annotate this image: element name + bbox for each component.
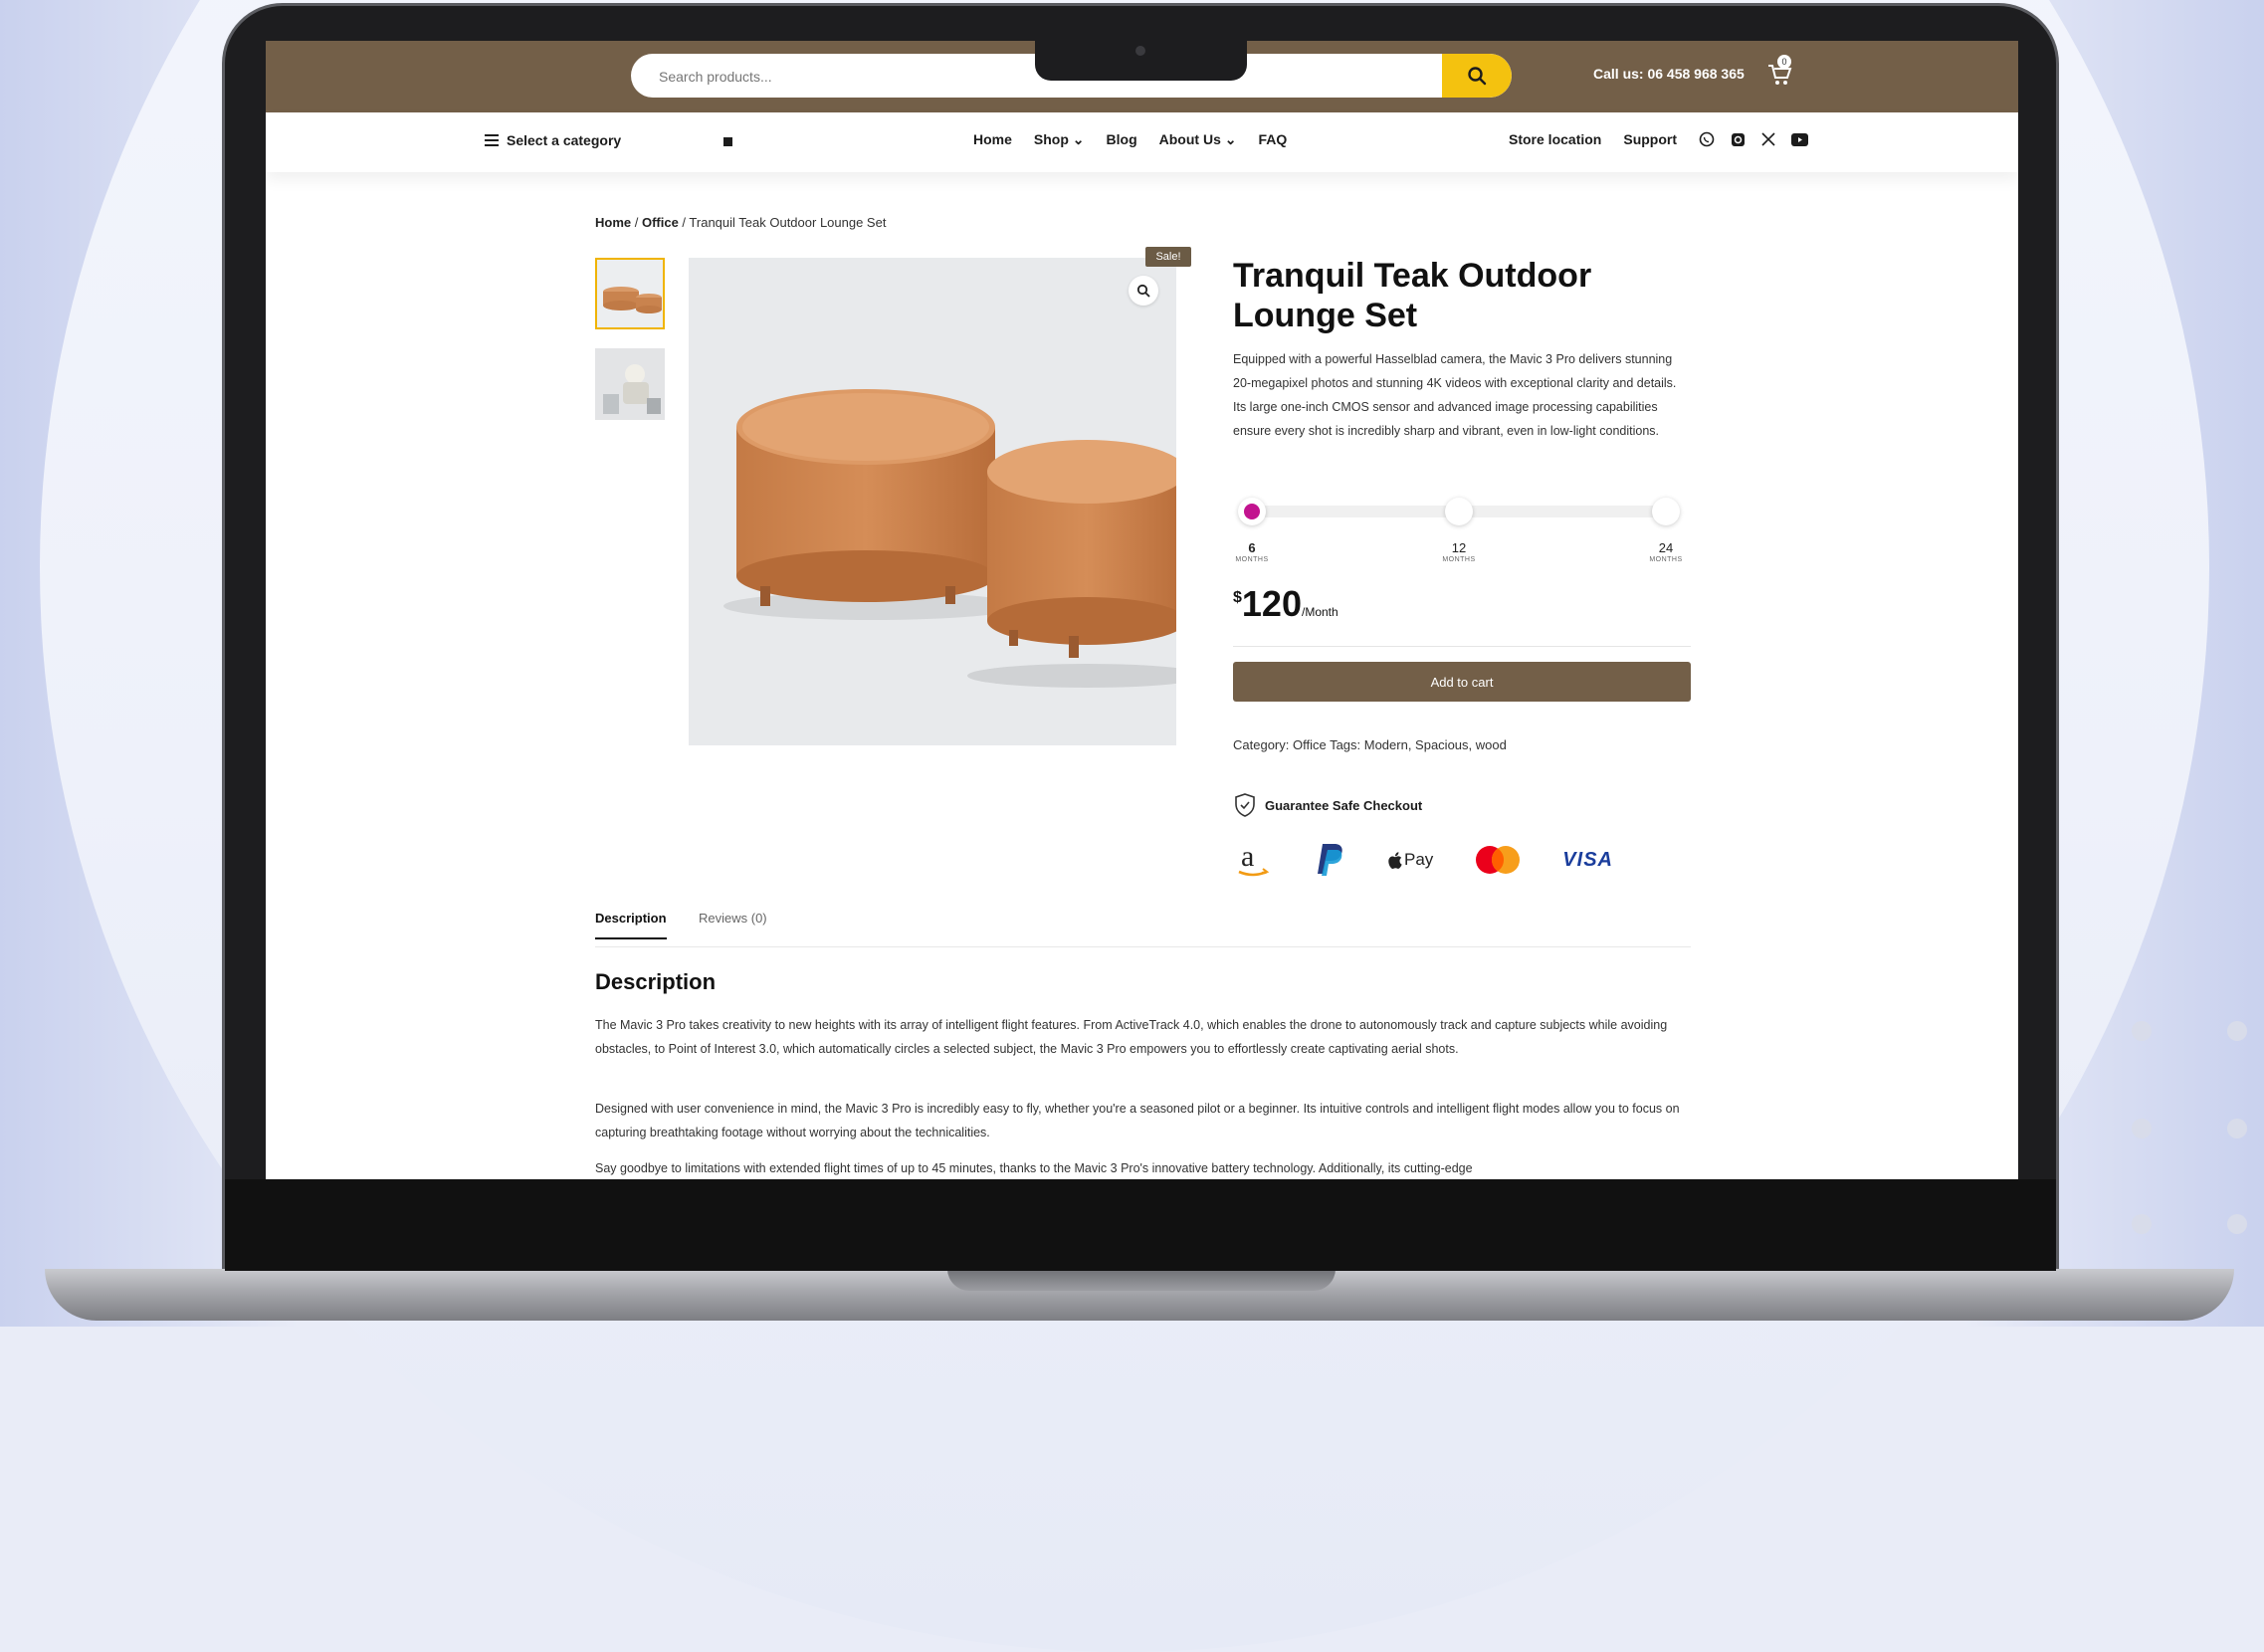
plan-knob-12[interactable] (1445, 498, 1473, 525)
plan-label-24: 24 (1658, 540, 1674, 555)
plan-label-6: 6 (1248, 540, 1256, 555)
primary-menu: Home Shop ⌄ Blog About Us ⌄ FAQ (973, 131, 1287, 148)
product-main-image[interactable] (689, 258, 1206, 745)
divider (1233, 646, 1691, 647)
camera-icon (1135, 46, 1145, 56)
plan-unit-12: MONTHS (1442, 556, 1476, 563)
description-heading: Description (595, 969, 717, 994)
plan-knob-6[interactable] (1238, 498, 1266, 525)
nav-shop-label: Shop (1033, 131, 1069, 147)
x-icon[interactable] (1761, 132, 1775, 146)
breadcrumb-home[interactable]: Home (595, 215, 631, 230)
magnifier-icon (1136, 284, 1150, 298)
search-icon (1468, 67, 1487, 86)
amazon-icon: a (1238, 840, 1270, 877)
visa-icon: VISA (1562, 848, 1613, 871)
chevron-down-icon: ⌄ (1220, 131, 1237, 147)
store-location-link[interactable]: Store location (1509, 131, 1601, 147)
svg-text:a: a (1241, 840, 1254, 873)
category-dropdown-icon[interactable] (723, 137, 732, 146)
thumbnail-room[interactable] (595, 348, 665, 420)
nav-about[interactable]: About Us ⌄ (1159, 131, 1237, 148)
tab-description[interactable]: Description (595, 911, 667, 939)
breadcrumb-category[interactable]: Office (642, 215, 679, 230)
add-to-cart-button[interactable]: Add to cart (1233, 662, 1691, 702)
apple-logo-icon (1388, 851, 1402, 869)
nav-home[interactable]: Home (973, 131, 1012, 148)
plan-unit-24: MONTHS (1649, 556, 1683, 563)
nav-blog[interactable]: Blog (1107, 131, 1137, 148)
product-tabs: Description Reviews (0) (595, 911, 1691, 947)
description-paragraph-2: Designed with user convenience in mind, … (595, 1102, 1680, 1139)
tab-reviews[interactable]: Reviews (0) (699, 911, 767, 937)
breadcrumb-separator: / (631, 215, 642, 230)
category-selector[interactable]: Select a category (485, 132, 621, 148)
nav-right: Store location Support (1509, 131, 1809, 147)
price-period: /Month (1301, 605, 1338, 619)
description-paragraph-1: The Mavic 3 Pro takes creativity to new … (595, 1018, 1668, 1056)
nav-faq[interactable]: FAQ (1258, 131, 1287, 148)
plan-label-12: 12 (1451, 540, 1467, 555)
call-us-text: Call us: 06 458 968 365 (1593, 66, 1745, 82)
breadcrumb-separator: / (678, 215, 690, 230)
payment-methods: a Pay VISA (1233, 840, 1613, 880)
decorative-dots (2120, 1015, 2259, 1234)
menu-icon (485, 134, 499, 146)
product-title: Tranquil Teak Outdoor Lounge Set (1233, 257, 1592, 334)
product-description: Equipped with a powerful Hasselblad came… (1233, 352, 1677, 438)
browser-screen: Call us: 06 458 968 365 0 Select a categ… (266, 41, 2018, 1179)
nav-shop[interactable]: Shop ⌄ (1034, 131, 1085, 148)
category-label: Select a category (507, 132, 622, 148)
chevron-down-icon: ⌄ (1068, 131, 1085, 147)
guarantee-safe-checkout: Guarantee Safe Checkout (1233, 792, 1422, 818)
plan-unit-6: MONTHS (1235, 556, 1269, 563)
price-amount: 120 (1241, 583, 1302, 624)
description-paragraph-3: Say goodbye to limitations with extended… (595, 1161, 1473, 1175)
support-link[interactable]: Support (1623, 131, 1677, 147)
price: $120/Month (1233, 583, 1338, 625)
breadcrumb-current: Tranquil Teak Outdoor Lounge Set (689, 215, 887, 230)
zoom-button[interactable] (1129, 276, 1158, 306)
mastercard-icon (1476, 846, 1521, 874)
apple-pay-icon: Pay (1388, 850, 1433, 870)
shield-check-icon (1235, 793, 1255, 817)
laptop-base-notch (947, 1269, 1336, 1291)
whatsapp-icon[interactable] (1699, 131, 1715, 147)
plan-knob-24[interactable] (1652, 498, 1680, 525)
paypal-icon (1318, 844, 1342, 876)
price-currency: $ (1233, 589, 1242, 606)
breadcrumb: Home / Office / Tranquil Teak Outdoor Lo… (595, 215, 886, 230)
search-button[interactable] (1442, 54, 1512, 98)
nav-about-label: About Us (1158, 131, 1221, 147)
thumbnail-ottomans[interactable] (595, 258, 665, 329)
product-meta: Category: Office Tags: Modern, Spacious,… (1233, 737, 1507, 752)
laptop-chin (225, 1179, 2056, 1271)
youtube-icon[interactable] (1791, 132, 1809, 146)
instagram-icon[interactable] (1731, 132, 1746, 147)
guarantee-label: Guarantee Safe Checkout (1265, 797, 1423, 813)
main-nav: Select a category Home Shop ⌄ Blog About… (266, 112, 2018, 172)
social-links (1699, 131, 1809, 147)
apple-pay-label: Pay (1404, 850, 1434, 869)
cart-count-badge: 0 (1777, 55, 1791, 69)
sale-badge: Sale! (1145, 247, 1191, 267)
